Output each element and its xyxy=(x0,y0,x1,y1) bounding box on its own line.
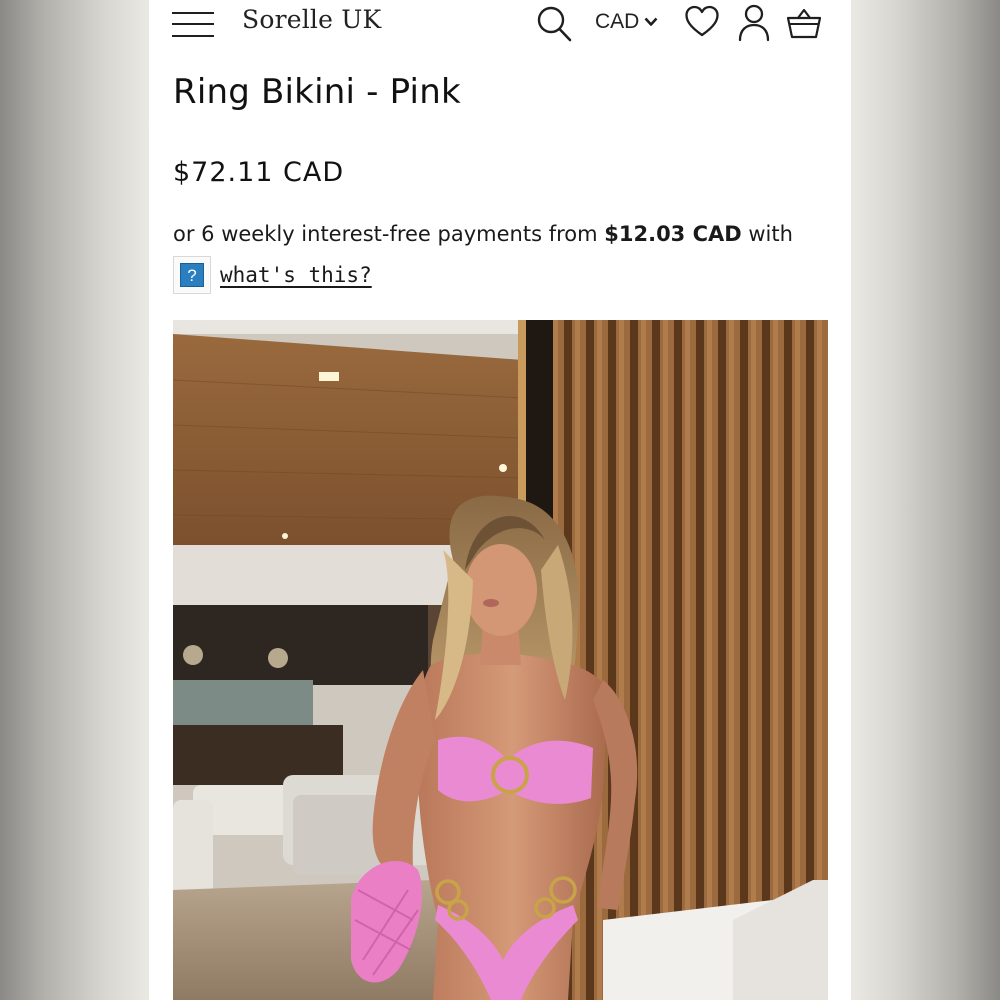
currency-label: CAD xyxy=(595,10,640,33)
left-backdrop xyxy=(0,0,149,1000)
installments-suffix: with xyxy=(741,222,793,246)
payment-info-row: ? what's this? xyxy=(173,256,372,294)
product-title: Ring Bikini - Pink xyxy=(173,72,461,112)
chevron-down-icon xyxy=(644,17,658,26)
product-page: Sorelle UK CAD Ring Bikini - Pink $72.11… xyxy=(149,0,851,1000)
menu-icon[interactable] xyxy=(172,8,215,38)
help-icon[interactable]: ? xyxy=(173,256,211,294)
currency-selector[interactable]: CAD xyxy=(595,9,658,35)
brand-logo[interactable]: Sorelle UK xyxy=(242,5,381,34)
heart-icon[interactable] xyxy=(685,5,719,39)
user-icon[interactable] xyxy=(737,4,771,42)
product-price: $72.11 CAD xyxy=(173,157,345,188)
product-photo-illustration xyxy=(173,320,828,1000)
whats-this-link[interactable]: what's this? xyxy=(220,263,372,287)
right-backdrop xyxy=(851,0,1000,1000)
site-header: Sorelle UK CAD xyxy=(149,0,851,50)
installments-prefix: or 6 weekly interest-free payments from xyxy=(173,222,605,246)
search-icon[interactable] xyxy=(536,5,572,43)
product-image[interactable] xyxy=(173,320,828,1000)
help-badge-glyph: ? xyxy=(180,263,204,287)
installments-text: or 6 weekly interest-free payments from … xyxy=(173,222,833,246)
basket-icon[interactable] xyxy=(786,6,822,40)
installment-amount: $12.03 CAD xyxy=(604,222,742,246)
